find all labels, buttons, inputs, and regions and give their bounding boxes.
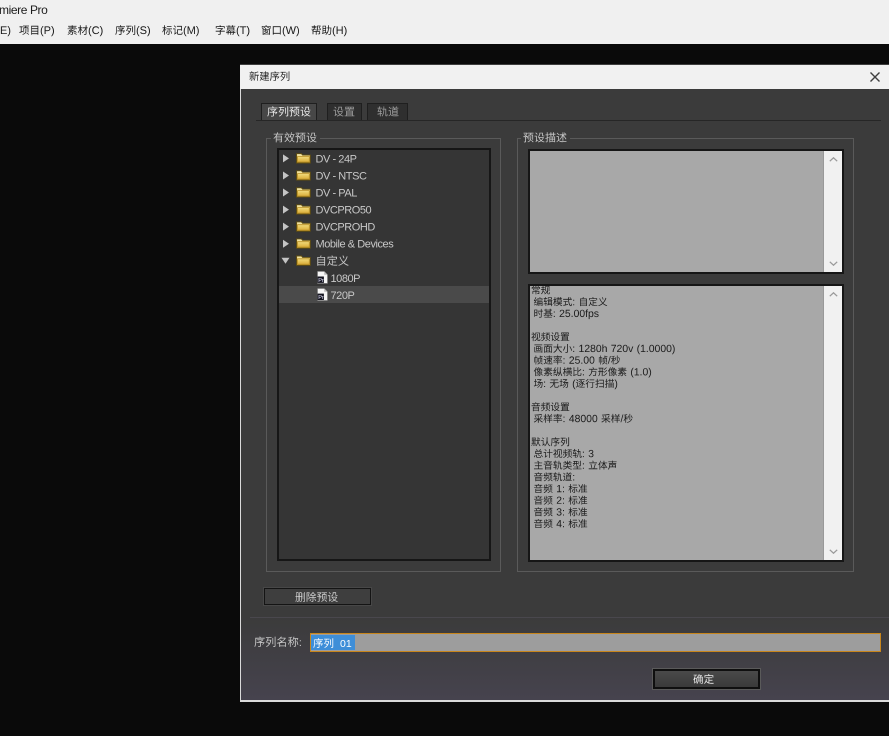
svg-text:720P: 720P — [331, 290, 355, 302]
svg-text:DV - PAL: DV - PAL — [316, 188, 358, 200]
svg-text:Mobile & Devices: Mobile & Devices — [316, 239, 395, 251]
svg-text:DVCPROHD: DVCPROHD — [316, 222, 376, 234]
svg-text:DVCPRO50: DVCPRO50 — [316, 205, 372, 217]
svg-text:DV - 24P: DV - 24P — [316, 153, 357, 165]
svg-text:01: 01 — [340, 638, 352, 650]
svg-text:1080P: 1080P — [331, 273, 361, 285]
svg-text:DV - NTSC: DV - NTSC — [316, 171, 367, 183]
